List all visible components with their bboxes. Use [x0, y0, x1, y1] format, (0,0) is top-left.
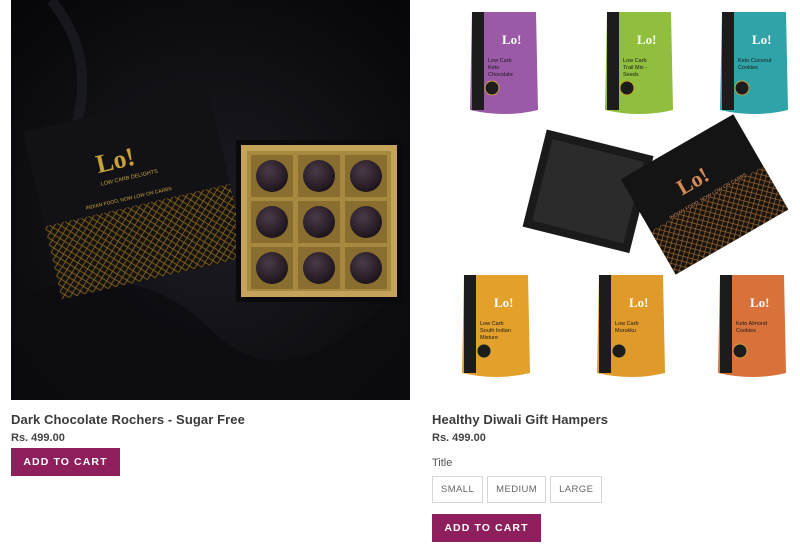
chocolate-rocher: [251, 247, 293, 289]
chocolate-rocher: [298, 201, 340, 243]
chocolate-rocher: [345, 247, 387, 289]
pouch-name: Chocolate: [488, 72, 513, 78]
pouch-name: Seeds: [623, 72, 639, 78]
product-card-dark-chocolate-rochers[interactable]: Lo! LOW CARB DELIGHTS INDIAN FOOD, NOW L…: [11, 0, 410, 476]
pouch-badge: [732, 343, 748, 359]
pouch-brand: Lo!: [752, 32, 772, 47]
pouch-6: Lo! Keto AlmondCookies: [718, 275, 786, 377]
add-to-cart-button[interactable]: ADD TO CART: [432, 514, 541, 542]
chocolate-rocher: [345, 155, 387, 197]
pouch-name: Low Carb: [615, 321, 639, 327]
pouch-badge: [484, 80, 500, 96]
pouch-brand: Lo!: [750, 295, 770, 310]
chocolate-rocher: [298, 155, 340, 197]
pouch-name: Cookies: [738, 65, 758, 71]
pouch-brand: Lo!: [637, 32, 657, 47]
pouch-badge: [619, 80, 635, 96]
variant-label: Title: [432, 457, 453, 469]
pouch-5: Lo! Low CarbMurukku: [597, 275, 665, 377]
product-title[interactable]: Dark Chocolate Rochers - Sugar Free: [11, 412, 245, 427]
variant-options: SMALL MEDIUM LARGE: [432, 476, 603, 503]
pouch-4: Lo! Low CarbSouth IndianMixture: [462, 275, 530, 377]
chocolate-rocher: [251, 201, 293, 243]
pouch-badge: [734, 80, 750, 96]
pouch-badge: [611, 343, 627, 359]
pouch-brand: Lo!: [494, 295, 514, 310]
pouch-3: Lo! Keto CoconutCookies: [720, 12, 788, 114]
product-price: Rs. 499.00: [11, 432, 65, 444]
pouch-badge: [476, 343, 492, 359]
chocolate-box-photo: Lo! LOW CARB DELIGHTS INDIAN FOOD, NOW L…: [11, 0, 410, 400]
pouch-brand: Lo!: [629, 295, 649, 310]
product-image-hampers[interactable]: Lo! Low Carb Keto Chocolate Lo! Low Carb Trail…: [432, 0, 800, 400]
pouch-1: Lo! Low CarbKetoChocolate: [470, 12, 538, 114]
pouch-name: Mixture: [480, 335, 498, 341]
pouch-name: Low Carb: [480, 321, 504, 327]
pouch-name: Low Carb: [623, 58, 647, 64]
variant-option-large[interactable]: LARGE: [550, 476, 603, 503]
pouch-name: Keto Coconut: [738, 58, 772, 64]
pouch-name: Keto Almond: [736, 321, 767, 327]
chocolate-rocher: [298, 247, 340, 289]
variant-option-small[interactable]: SMALL: [432, 476, 484, 503]
product-image-rochers[interactable]: Lo! LOW CARB DELIGHTS INDIAN FOOD, NOW L…: [11, 0, 410, 400]
chocolate-rocher: [345, 201, 387, 243]
pouch-name: Cookies: [736, 328, 756, 334]
product-price: Rs. 499.00: [432, 432, 486, 444]
pouch-name: Low Carb: [488, 58, 512, 64]
gift-hamper-photo: Lo!Low CarbKetoChocolateLo!Low CarbTrail…: [432, 0, 800, 400]
pouch-name: Keto: [488, 65, 499, 71]
pouch-brand: Lo!: [502, 32, 522, 47]
add-to-cart-button[interactable]: ADD TO CART: [11, 448, 120, 476]
chocolate-rocher: [251, 155, 293, 197]
pouch-name: Trail Mix -: [623, 65, 647, 71]
pouch-name: South Indian: [480, 328, 511, 334]
product-card-diwali-gift-hampers[interactable]: Lo! Low Carb Keto Chocolate Lo! Low Carb Trail…: [432, 0, 800, 542]
pouch-name: Murukku: [615, 328, 636, 334]
product-title[interactable]: Healthy Diwali Gift Hampers: [432, 412, 608, 427]
pouch-2: Lo! Low CarbTrail Mix -Seeds: [605, 12, 673, 114]
variant-option-medium[interactable]: MEDIUM: [487, 476, 547, 503]
